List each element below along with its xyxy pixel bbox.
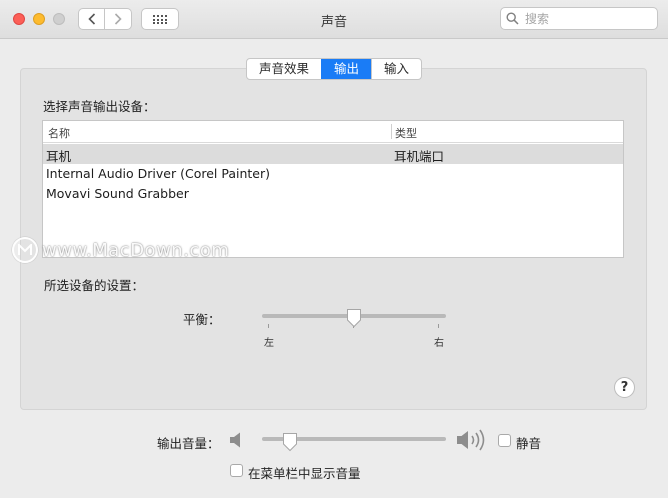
mute-checkbox[interactable] (498, 434, 511, 447)
watermark: www.MacDown.com (12, 236, 229, 264)
tab-sound-effects[interactable]: 声音效果 (247, 59, 321, 79)
table-header: 名称 类型 (43, 121, 623, 143)
device-type: 耳机端口 (394, 149, 445, 164)
speaker-low-icon (230, 432, 240, 448)
balance-tick (438, 324, 439, 328)
column-divider (391, 124, 392, 139)
search-field[interactable] (500, 7, 658, 30)
volume-thumb[interactable] (282, 432, 298, 452)
watermark-text: www.MacDown.com (42, 239, 230, 261)
output-device-section-label: 选择声音输出设备： (43, 99, 156, 114)
search-input[interactable] (523, 10, 655, 27)
balance-thumb[interactable] (346, 308, 362, 328)
balance-left-label: 左 (264, 338, 274, 349)
device-name: Movavi Sound Grabber (46, 186, 189, 201)
mute-label: 静音 (516, 436, 542, 451)
column-header-type[interactable]: 类型 (395, 125, 417, 141)
show-volume-in-menubar-checkbox[interactable] (230, 464, 243, 477)
table-row[interactable]: Movavi Sound Grabber (43, 184, 623, 204)
column-header-name[interactable]: 名称 (48, 125, 70, 141)
help-button[interactable]: ? (614, 377, 635, 398)
search-icon (506, 12, 519, 25)
macdown-logo-icon (12, 237, 38, 263)
device-settings-label: 所选设备的设置： (44, 278, 145, 293)
balance-tick (268, 324, 269, 328)
tab-output[interactable]: 输出 (321, 59, 372, 79)
title-bar: 声音 (0, 0, 668, 39)
device-name: Internal Audio Driver (Corel Painter) (46, 166, 270, 181)
speaker-high-icon (457, 429, 485, 451)
balance-label: 平衡： (183, 312, 221, 327)
balance-right-label: 右 (434, 338, 444, 349)
show-volume-in-menubar-label: 在菜单栏中显示音量 (248, 466, 361, 481)
table-row[interactable]: Internal Audio Driver (Corel Painter) (43, 164, 623, 184)
output-volume-label: 输出音量： (157, 436, 220, 451)
segmented-tabs: 声音效果 输出 输入 (246, 58, 423, 80)
device-name: 耳机 (46, 149, 72, 164)
tab-input[interactable]: 输入 (371, 59, 421, 79)
table-row[interactable]: 耳机 耳机端口 (43, 144, 623, 164)
